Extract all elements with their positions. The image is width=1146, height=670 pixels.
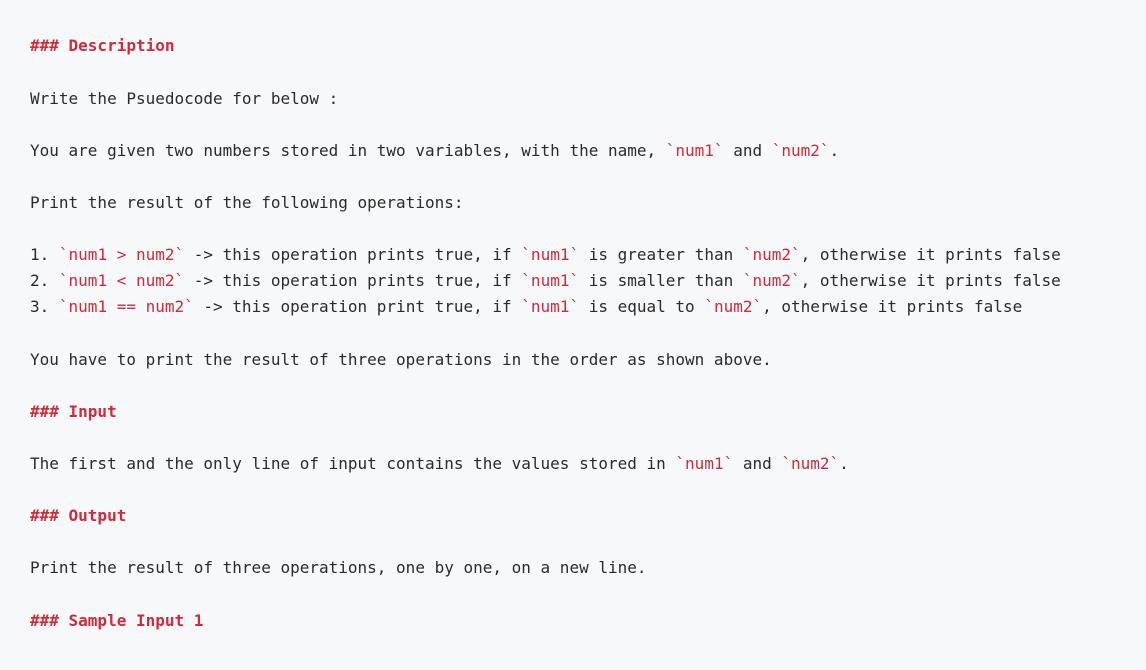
intro-line: Write the Psuedocode for below : <box>30 89 339 108</box>
given-text: You are given two numbers stored in two … <box>30 141 666 160</box>
list-item: 3. `num1 == num2` -> this operation prin… <box>30 297 1022 317</box>
problem-statement: ### Description Write the Psuedocode for… <box>0 0 1146 670</box>
list-number: 3. <box>30 297 59 316</box>
code-expression: `num1 < num2` <box>58 271 185 290</box>
list-number: 1. <box>30 245 59 264</box>
code-num1: `num1` <box>521 245 580 264</box>
description-heading: ### Description <box>30 36 175 55</box>
code-expression: `num1 == num2` <box>58 297 194 316</box>
list-text: is equal to <box>579 297 705 316</box>
sample-input-heading: ### Sample Input 1 <box>30 611 204 630</box>
list-text: , otherwise it prints false <box>800 245 1061 264</box>
list-text: is smaller than <box>579 271 743 290</box>
list-item: 2. `num1 < num2` -> this operation print… <box>30 271 1061 291</box>
input-and: and <box>733 454 782 473</box>
code-num1: `num1` <box>521 271 580 290</box>
input-text: The first and the only line of input con… <box>30 454 676 473</box>
list-text: -> this operation print true, if <box>193 297 522 316</box>
code-expression: `num1 > num2` <box>58 245 185 264</box>
code-num1: `num1` <box>521 297 580 316</box>
output-line: Print the result of three operations, on… <box>30 558 647 577</box>
input-line: The first and the only line of input con… <box>30 454 849 474</box>
list-item: 1. `num1 > num2` -> this operation print… <box>30 245 1061 265</box>
list-text: , otherwise it prints false <box>762 297 1023 316</box>
code-num2: `num2` <box>781 454 840 473</box>
code-num2: `num2` <box>742 271 801 290</box>
input-heading: ### Input <box>30 402 117 421</box>
list-text: , otherwise it prints false <box>800 271 1061 290</box>
code-num2: `num2` <box>742 245 801 264</box>
list-number: 2. <box>30 271 59 290</box>
list-text: -> this operation prints true, if <box>184 271 522 290</box>
list-text: -> this operation prints true, if <box>184 245 522 264</box>
given-and: and <box>723 141 772 160</box>
input-period: . <box>839 454 849 473</box>
print-line: Print the result of the following operat… <box>30 193 464 212</box>
list-text: is greater than <box>579 245 743 264</box>
order-line: You have to print the result of three op… <box>30 350 772 369</box>
given-period: . <box>829 141 840 160</box>
code-num2: `num2` <box>704 297 763 316</box>
code-num1: `num1` <box>675 454 734 473</box>
given-line: You are given two numbers stored in two … <box>30 141 839 161</box>
code-num1: `num1` <box>665 141 724 160</box>
output-heading: ### Output <box>30 506 127 525</box>
code-num2: `num2` <box>771 141 830 160</box>
